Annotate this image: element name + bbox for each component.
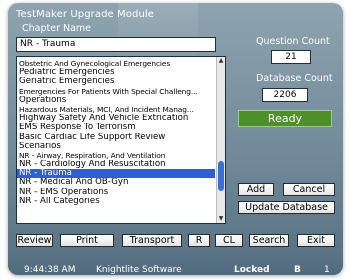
- app-window: TestMaker Upgrade Module Chapter Name NR…: [8, 3, 343, 275]
- chapter-list[interactable]: Obstetric And Gynecological Emergencies P…: [16, 56, 226, 224]
- list-item[interactable]: Highway Safety And Vehicle Extrication: [17, 114, 215, 123]
- list-item[interactable]: Scenarios: [17, 142, 215, 151]
- ready-status-indicator: Ready: [238, 110, 332, 127]
- status-company: Knightlite Software: [96, 265, 182, 275]
- chapter-list-items: Obstetric And Gynecological Emergencies P…: [17, 59, 215, 206]
- scroll-up-arrow-icon[interactable]: ▲: [217, 57, 225, 65]
- list-item[interactable]: NR - Airway, Respiration, And Ventilatio…: [17, 151, 215, 160]
- scroll-thumb[interactable]: [218, 161, 224, 191]
- print-button[interactable]: Print: [60, 234, 114, 247]
- status-time: 9:44:38 AM: [24, 265, 76, 275]
- database-count-label: Database Count: [256, 73, 333, 84]
- chapter-name-field[interactable]: NR - Trauma: [16, 37, 216, 52]
- list-item[interactable]: Emergencies For Patients With Special Ch…: [17, 87, 215, 96]
- list-item[interactable]: Operations: [17, 96, 215, 105]
- transport-button[interactable]: Transport: [122, 234, 182, 247]
- cl-button[interactable]: CL: [215, 234, 243, 247]
- chapter-list-scrollbar[interactable]: ▲ ▼: [216, 57, 225, 223]
- list-item[interactable]: Geriatric Emergencies: [17, 77, 215, 86]
- scroll-down-arrow-icon[interactable]: ▼: [217, 215, 225, 223]
- r-button[interactable]: R: [188, 234, 210, 247]
- question-count-field[interactable]: 21: [271, 50, 311, 64]
- database-count-field[interactable]: 2206: [262, 88, 308, 102]
- cancel-button[interactable]: Cancel: [283, 183, 335, 196]
- list-item[interactable]: Obstetric And Gynecological Emergencies: [17, 59, 215, 68]
- list-item[interactable]: Hazardous Materials, MCI, And Incident M…: [17, 105, 215, 114]
- add-button[interactable]: Add: [238, 183, 274, 196]
- list-item[interactable]: EMS Response To Terrorism: [17, 123, 215, 132]
- list-item[interactable]: Basic Cardiac Life Support Review: [17, 133, 215, 142]
- status-lock-state: Locked: [234, 265, 270, 275]
- window-title: TestMaker Upgrade Module: [16, 9, 155, 20]
- chapter-name-label: Chapter Name: [22, 23, 92, 34]
- list-item[interactable]: NR - All Categories: [17, 197, 215, 206]
- list-item-selected[interactable]: NR - Trauma: [17, 169, 215, 179]
- update-database-button[interactable]: Update Database: [238, 201, 335, 214]
- status-mode: B: [294, 265, 301, 275]
- list-item[interactable]: NR - Cardiology And Resuscitation: [17, 160, 215, 169]
- search-button[interactable]: Search: [249, 234, 289, 247]
- status-page: 1: [324, 265, 330, 275]
- exit-button[interactable]: Exit: [297, 234, 335, 247]
- review-button[interactable]: Review: [16, 234, 53, 247]
- list-item[interactable]: Pediatric Emergencies: [17, 68, 215, 77]
- list-item[interactable]: NR - EMS Operations: [17, 188, 215, 197]
- question-count-label: Question Count: [256, 36, 330, 47]
- list-item[interactable]: NR - Medical And OB-Gyn: [17, 178, 215, 187]
